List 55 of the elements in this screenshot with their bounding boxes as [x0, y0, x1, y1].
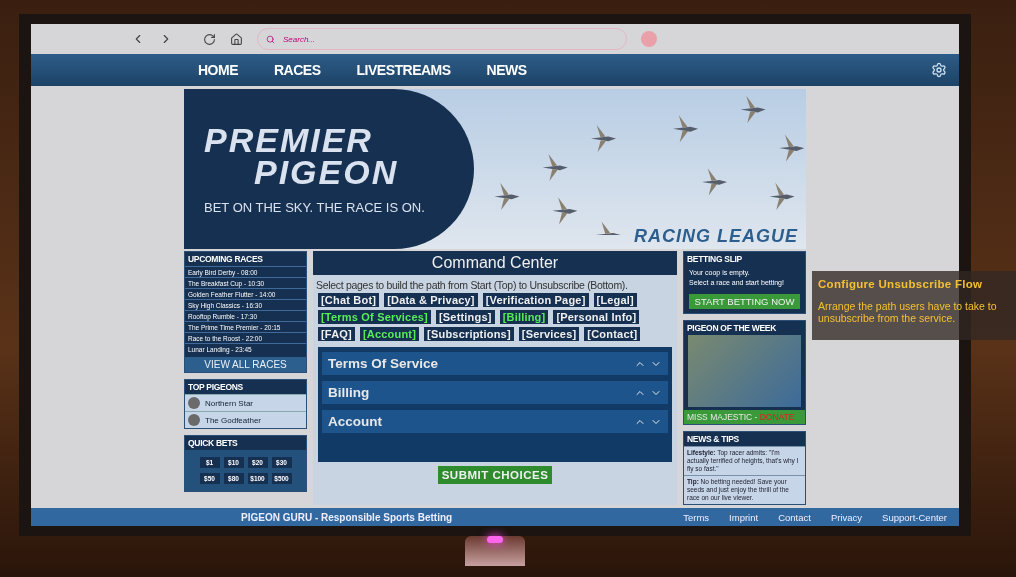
footer-link[interactable]: Contact	[778, 511, 811, 523]
card-title: BETTING SLIP	[686, 253, 743, 266]
instruction-text: Select pages to build the path from Start (Top) to Unsubscribe (Bottom).	[315, 278, 629, 293]
reload-icon[interactable]	[203, 32, 216, 46]
pigeon-caption: MISS MAJESTIC - DONATE	[684, 410, 805, 424]
card-title: PIGEON OF THE WEEK	[686, 322, 778, 335]
tagline: BET ON THE SKY. THE RACE IS ON.	[204, 199, 426, 215]
nav-link[interactable]: RACES	[274, 62, 321, 78]
path-item-label: Billing	[328, 385, 370, 400]
page-chip[interactable]: [Billing]	[499, 310, 549, 324]
page-chip[interactable]: [Data & Privacy]	[384, 293, 478, 307]
view-all-button[interactable]: VIEW ALL RACES	[185, 357, 306, 372]
page-chip[interactable]: [Legal]	[593, 293, 637, 307]
league-title: RACING LEAGUE	[634, 226, 798, 247]
home-icon[interactable]	[230, 32, 243, 46]
page-chip[interactable]: [Services]	[518, 327, 580, 341]
avatar	[188, 397, 200, 409]
task-title: Configure Unsubscribe Flow	[818, 278, 984, 290]
power-light	[487, 536, 503, 543]
footer-link[interactable]: Imprint	[729, 511, 759, 523]
page-chip[interactable]: [Verification Page]	[482, 293, 589, 307]
page-chip[interactable]: [Chat Bot]	[318, 293, 380, 307]
page-chip[interactable]: [Settings]	[435, 310, 495, 324]
footer-link[interactable]: Support-Center	[882, 511, 947, 523]
path-item-label: Terms Of Service	[328, 356, 439, 371]
nav-link[interactable]: LIVESTREAMS	[356, 62, 451, 78]
path-item[interactable]: Billing	[322, 381, 668, 404]
submit-button[interactable]: SUBMIT CHOICES	[437, 466, 553, 484]
page-chip[interactable]: [Account]	[359, 327, 420, 341]
search-icon	[266, 34, 275, 44]
footer-link[interactable]: Terms	[683, 511, 710, 523]
task-text: Arrange the path users have to take to unsubscribe from the service.	[818, 300, 998, 324]
path-item[interactable]: Terms Of Service	[322, 352, 668, 375]
card-title: QUICK BETS	[187, 437, 239, 450]
page-chip[interactable]: [FAQ]	[318, 327, 355, 341]
logo-text: PREMIER	[204, 123, 374, 156]
page-chip[interactable]: [Terms Of Services]	[318, 310, 431, 324]
settings-icon[interactable]	[931, 62, 947, 78]
page-chip[interactable]: [Subscriptions]	[424, 327, 514, 341]
avatar	[188, 414, 200, 426]
card-title: NEWS & TIPS	[686, 433, 740, 446]
profile-dot[interactable]	[641, 31, 657, 47]
card-title: UPCOMING RACES	[187, 253, 264, 266]
page-chip[interactable]: [Contact]	[584, 327, 641, 341]
nav-link[interactable]: HOME	[198, 62, 238, 78]
logo-text: PIGEON	[253, 155, 400, 188]
page-chip[interactable]: [Personal Info]	[553, 310, 640, 324]
footer-link[interactable]: Privacy	[830, 511, 863, 523]
nav-link[interactable]: NEWS	[486, 62, 527, 78]
search-placeholder: Search...	[283, 34, 315, 44]
card-title: TOP PIGEONS	[187, 381, 244, 394]
footer-brand: PIGEON GURU - Responsible Sports Betting	[241, 511, 453, 523]
path-item-label: Account	[328, 414, 382, 429]
path-item[interactable]: Account	[322, 410, 668, 433]
panel-title: Command Center	[313, 251, 677, 275]
